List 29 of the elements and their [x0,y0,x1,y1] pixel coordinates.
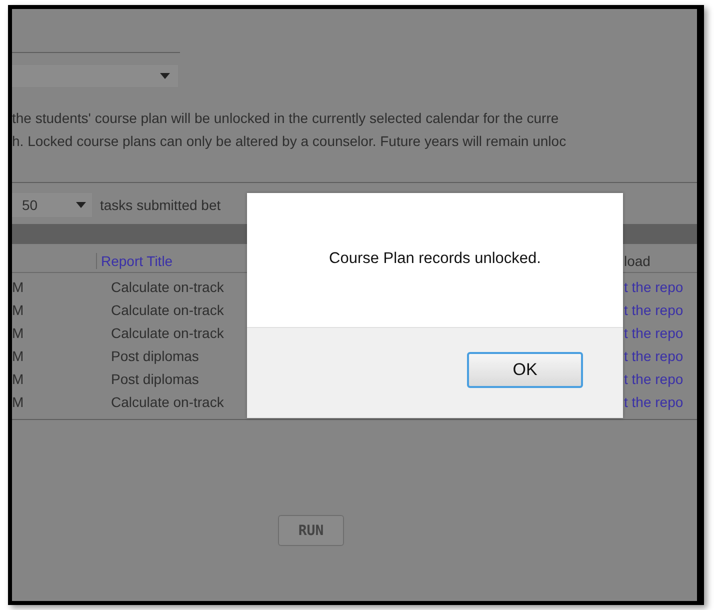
caret-icon [160,73,170,79]
table-cell: Post diplomas [111,348,199,364]
table-cell: Calculate on-track [111,324,224,340]
description-text: the students' course plan will be unlocked in the currently selected calendar for the curre [12,109,560,128]
column-header[interactable]: Report Title [101,252,173,268]
table-cell: Calculate on-track [111,394,224,410]
column-header: load [624,252,650,268]
report-link[interactable]: t the repo [624,302,684,318]
caret-icon [76,202,86,208]
table-cell: Calculate on-track [111,278,224,294]
dialog-message: Course Plan records unlocked. [329,250,541,269]
tasks-label: tasks submitted bet [100,197,221,213]
calendar-dropdown[interactable] [12,65,178,87]
report-link[interactable]: t the repo [624,278,684,294]
report-link[interactable]: t the repo [624,348,684,364]
description-text: h. Locked course plans can only be altered by a counselor. Future years will remain unloc [12,132,568,151]
report-link[interactable]: t the repo [624,370,684,386]
table-cell: Calculate on-track [111,302,224,318]
table-cell: Post diplomas [111,370,199,386]
table-cell: M [12,302,24,318]
table-cell: M [12,348,24,364]
table-cell: M [12,324,24,340]
table-cell: M [12,370,24,386]
report-link[interactable]: t the repo [624,324,684,340]
table-cell: M [12,394,24,410]
ok-button[interactable]: OK [467,352,583,388]
report-link[interactable]: t the repo [624,394,684,410]
page-size-dropdown[interactable]: 50 [12,193,92,217]
table-cell: M [12,278,24,294]
